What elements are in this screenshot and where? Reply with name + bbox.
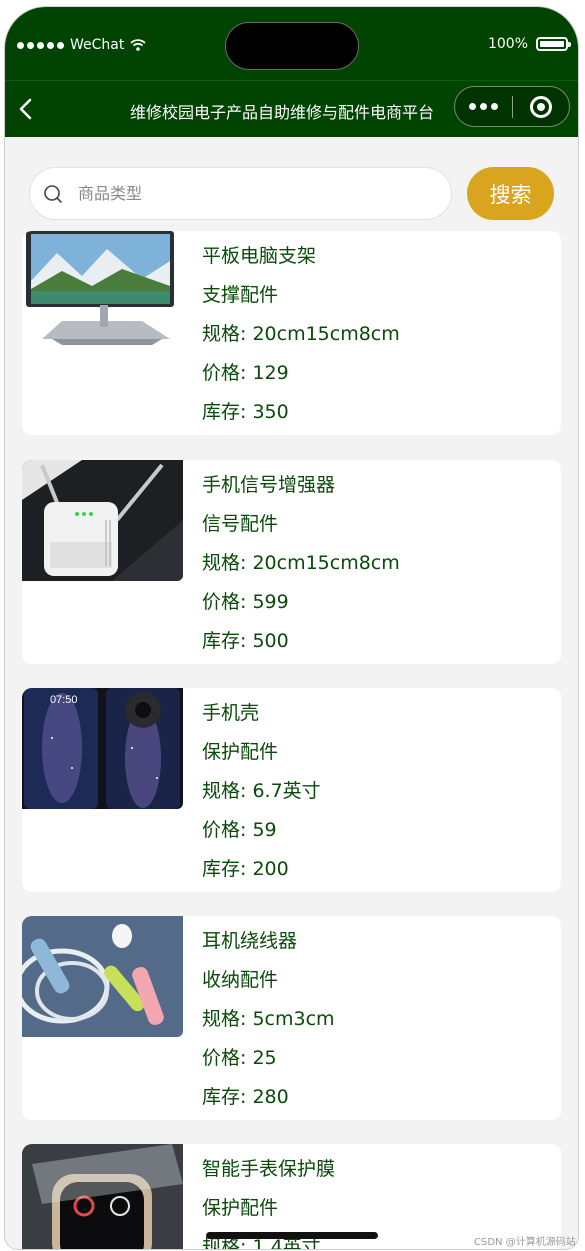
product-name: 手机信号增强器 xyxy=(202,474,336,496)
battery-icon xyxy=(536,37,571,51)
product-info: 手机壳 保护配件 规格: 6.7英寸 价格: 59 库存: 200 xyxy=(202,694,321,889)
product-stock: 库存: 280 xyxy=(202,1086,289,1108)
page-title: 维修校园电子产品自助维修与配件电商平台 xyxy=(130,103,435,122)
mini-program-capsule xyxy=(454,86,570,127)
cable-winder-image xyxy=(22,916,183,1037)
product-spec: 规格: 20cm15cm8cm xyxy=(202,552,400,574)
product-info: 手机信号增强器 信号配件 规格: 20cm15cm8cm 价格: 599 库存:… xyxy=(202,466,400,661)
product-spec: 规格: 20cm15cm8cm xyxy=(202,323,400,345)
product-name: 平板电脑支架 xyxy=(202,245,317,267)
product-card[interactable]: 平板电脑支架 支撑配件 规格: 20cm15cm8cm 价格: 129 库存: … xyxy=(22,231,561,435)
camera-notch xyxy=(225,22,359,70)
product-name: 耳机绕线器 xyxy=(202,930,298,952)
product-spec: 规格: 6.7英寸 xyxy=(202,780,321,802)
search-icon xyxy=(44,184,62,203)
signal-icon xyxy=(17,41,64,49)
svg-text:07:50: 07:50 xyxy=(50,694,78,706)
watermark: CSDN @计算机源码站 xyxy=(474,1237,576,1248)
phone-frame: WeChat 100% 维修校园电子产品自助维修与配件电商平台 商品类型 搜索 … xyxy=(4,6,579,1250)
signal-carrier: WeChat xyxy=(17,37,146,53)
back-arrow-icon[interactable] xyxy=(15,97,39,121)
signal-booster-image xyxy=(22,460,183,581)
product-info: 平板电脑支架 支撑配件 规格: 20cm15cm8cm 价格: 129 库存: … xyxy=(202,237,400,432)
product-name: 手机壳 xyxy=(202,702,260,724)
product-spec: 规格: 5cm3cm xyxy=(202,1008,335,1030)
product-card[interactable]: 手机信号增强器 信号配件 规格: 20cm15cm8cm 价格: 599 库存:… xyxy=(22,460,561,664)
product-info: 耳机绕线器 收纳配件 规格: 5cm3cm 价格: 25 库存: 280 xyxy=(202,922,335,1117)
product-category: 支撑配件 xyxy=(202,284,279,306)
battery-percent: 100% xyxy=(487,36,528,52)
product-price: 价格: 599 xyxy=(202,591,289,613)
product-name: 智能手表保护膜 xyxy=(202,1158,336,1180)
phone-case-image: 07:50 xyxy=(22,688,183,809)
product-category: 保护配件 xyxy=(202,741,279,763)
search-box[interactable] xyxy=(29,167,452,220)
close-target-icon[interactable] xyxy=(512,87,569,126)
tablet-stand-image xyxy=(22,231,183,352)
product-category: 信号配件 xyxy=(202,513,279,535)
product-price: 价格: 129 xyxy=(202,362,289,384)
search-input[interactable] xyxy=(78,184,408,203)
search-button[interactable]: 搜索 xyxy=(467,167,554,220)
product-price: 价格: 25 xyxy=(202,1047,277,1069)
status-right: 100% xyxy=(487,36,571,52)
search-bar: 搜索 xyxy=(5,137,578,232)
product-stock: 库存: 200 xyxy=(202,858,289,880)
product-card[interactable]: 07:50 手机壳 保护配件 规格: 6.7英寸 价格: 59 库存: 200 xyxy=(22,688,561,892)
product-card[interactable]: 耳机绕线器 收纳配件 规格: 5cm3cm 价格: 25 库存: 280 xyxy=(22,916,561,1120)
product-price: 价格: 59 xyxy=(202,819,277,841)
product-stock: 库存: 500 xyxy=(202,630,289,652)
home-indicator xyxy=(206,1232,378,1239)
product-category: 保护配件 xyxy=(202,1197,279,1219)
product-category: 收纳配件 xyxy=(202,969,279,991)
watch-film-image xyxy=(22,1144,183,1249)
more-dots-icon[interactable] xyxy=(455,87,512,126)
wifi-icon xyxy=(130,39,146,51)
carrier-label: WeChat xyxy=(70,37,125,53)
nav-bar: 维修校园电子产品自助维修与配件电商平台 xyxy=(5,80,578,137)
product-stock: 库存: 350 xyxy=(202,401,289,423)
status-bar: WeChat 100% xyxy=(5,7,578,80)
